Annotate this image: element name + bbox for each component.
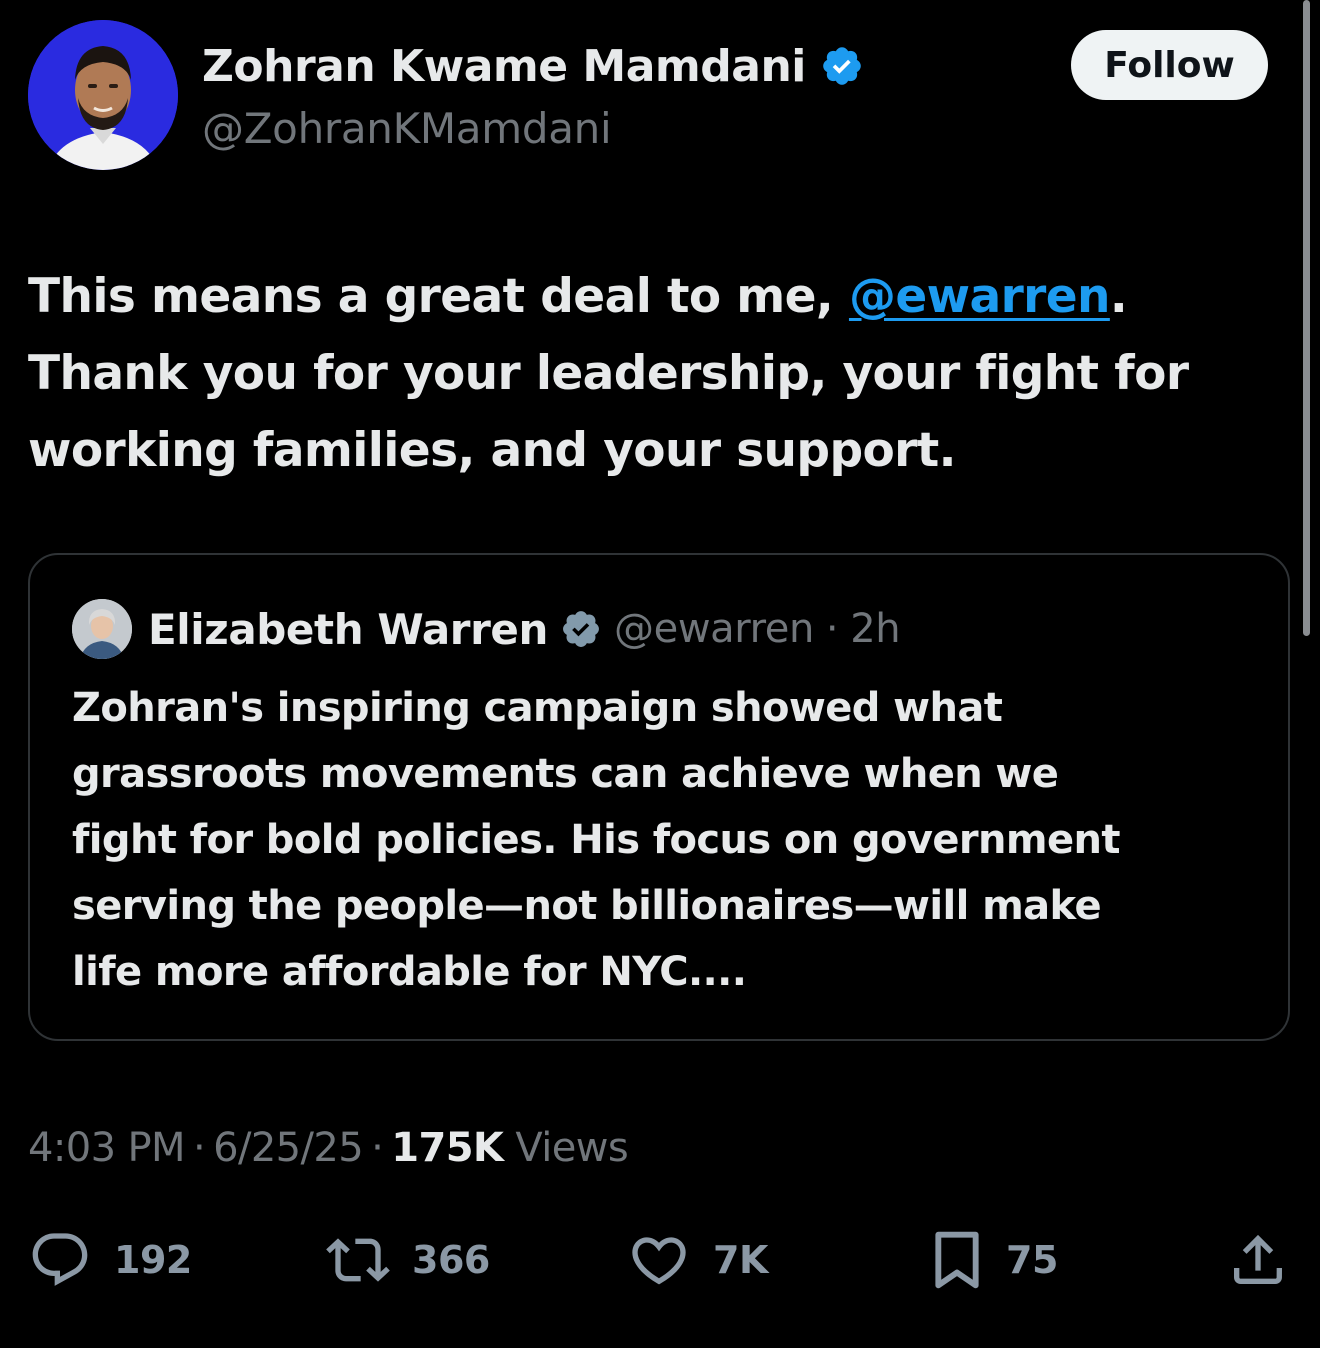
quoted-text-line: life more affordable for NYC.... <box>72 949 747 995</box>
quoted-text-line: fight for bold policies. His focus on go… <box>72 817 1121 863</box>
verified-badge-icon[interactable] <box>560 608 602 650</box>
mention-link[interactable]: @ewarren <box>849 269 1111 324</box>
separator-dot: · <box>192 1125 206 1171</box>
tweet-date[interactable]: 6/25/25 <box>213 1125 364 1171</box>
author-handle[interactable]: @ZohranKMamdani <box>202 104 612 153</box>
tweet-line-3: working families, and your support. <box>28 423 956 478</box>
author-name-row: Zohran Kwame Mamdani <box>202 38 864 94</box>
bookmark-icon <box>935 1231 979 1289</box>
quoted-author-avatar[interactable] <box>72 599 132 659</box>
quoted-tweet-header: Elizabeth Warren @ewarren · 2h <box>72 597 901 661</box>
author-avatar[interactable] <box>28 20 178 170</box>
follow-button[interactable]: Follow <box>1071 30 1268 100</box>
quoted-text-line: serving the people—not billionaires—will… <box>72 883 1102 929</box>
avatar-portrait <box>28 20 178 170</box>
tweet-text-segment: This means a great deal to me, <box>28 269 849 324</box>
quoted-author-handle[interactable]: @ewarren <box>614 606 814 652</box>
repost-button[interactable]: 366 <box>326 1222 490 1298</box>
like-button[interactable]: 7K <box>627 1222 768 1298</box>
like-count: 7K <box>713 1238 768 1282</box>
views-count: 175K <box>391 1125 504 1171</box>
tweet-text-segment: . <box>1109 269 1128 324</box>
share-icon <box>1234 1234 1282 1284</box>
retweet-icon <box>326 1238 390 1282</box>
quoted-tweet-card[interactable]: Elizabeth Warren @ewarren · 2h Zohran's … <box>28 553 1290 1041</box>
separator-dot: · <box>371 1125 384 1171</box>
tweet-line-1: This means a great deal to me, @ewarren. <box>28 258 1278 335</box>
tweet-line-2: Thank you for your leadership, your figh… <box>28 346 1189 401</box>
separator-dot: · <box>825 606 839 652</box>
heart-icon <box>632 1237 686 1285</box>
bookmark-button[interactable]: 75 <box>930 1222 1058 1298</box>
quoted-text-line: Zohran's inspiring campaign showed what <box>72 685 1003 731</box>
reply-icon <box>32 1233 88 1286</box>
verified-badge-icon[interactable] <box>820 44 864 88</box>
quoted-tweet-text: Zohran's inspiring campaign showed what … <box>72 675 1252 1005</box>
tweet-text: This means a great deal to me, @ewarren.… <box>28 258 1278 489</box>
views-label: Views <box>515 1125 629 1171</box>
reply-button[interactable]: 192 <box>28 1222 192 1298</box>
quoted-tweet-time[interactable]: 2h <box>850 606 900 652</box>
share-button[interactable] <box>1226 1222 1290 1298</box>
tweet-meta: 4:03 PM · 6/25/25 · 175K Views <box>28 1120 629 1176</box>
quoted-author-name[interactable]: Elizabeth Warren <box>148 605 548 654</box>
scrollbar[interactable] <box>1303 0 1310 636</box>
bookmark-count: 75 <box>1006 1238 1058 1282</box>
author-display-name[interactable]: Zohran Kwame Mamdani <box>202 41 806 92</box>
quoted-avatar-portrait <box>72 599 132 659</box>
tweet-action-bar: 192 366 7K 75 <box>0 1222 1320 1298</box>
repost-count: 366 <box>412 1238 490 1282</box>
quoted-text-line: grassroots movements can achieve when we <box>72 751 1059 797</box>
tweet-time[interactable]: 4:03 PM <box>28 1125 186 1171</box>
reply-count: 192 <box>114 1238 192 1282</box>
